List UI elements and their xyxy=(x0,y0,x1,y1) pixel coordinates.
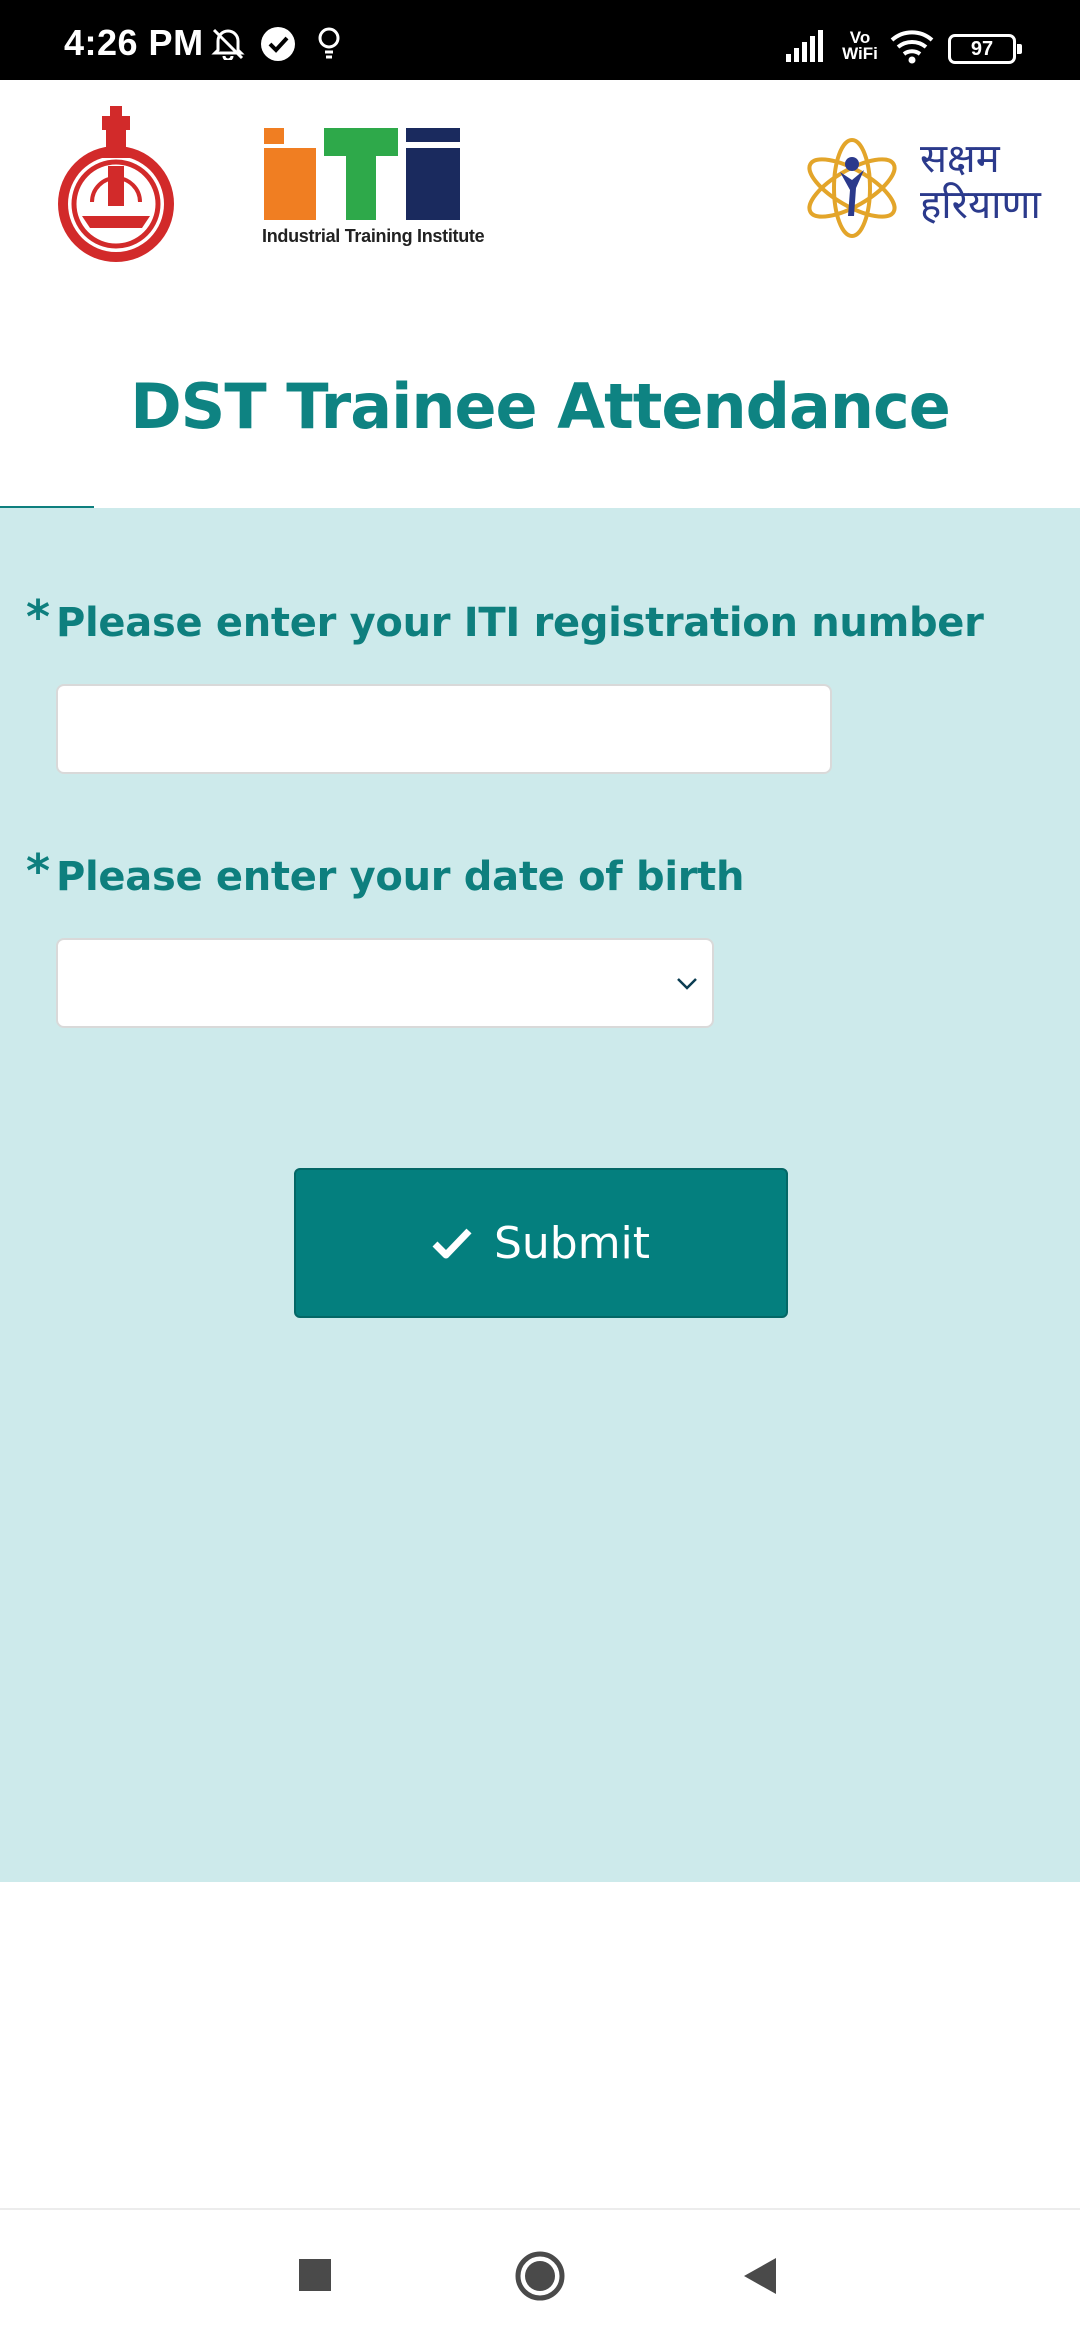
check-icon xyxy=(432,1226,472,1260)
saksham-haryana-logo: सक्षम हरियाणा xyxy=(800,130,1041,250)
chevron-down-icon xyxy=(672,968,702,1003)
check-circle-icon xyxy=(260,26,296,67)
mute-icon xyxy=(210,26,246,65)
status-time: 4:26 PM xyxy=(64,22,204,63)
submit-button[interactable]: Submit xyxy=(294,1168,788,1318)
vowifi-icon: Vo WiFi xyxy=(842,28,878,63)
page-title: DST Trainee Attendance xyxy=(130,370,951,443)
registration-label: Please enter your ITI registration numbe… xyxy=(56,600,984,646)
required-mark: * xyxy=(26,844,51,898)
signal-icon xyxy=(786,30,826,67)
attendance-form: * Please enter your ITI registration num… xyxy=(0,508,1080,1882)
navigation-bar xyxy=(0,2208,1080,2340)
submit-label: Submit xyxy=(493,1217,651,1269)
back-triangle-icon[interactable] xyxy=(742,2256,778,2301)
saksham-line1: सक्षम xyxy=(920,136,1000,182)
registration-number-input[interactable] xyxy=(56,684,832,774)
iti-caption: Industrial Training Institute xyxy=(262,226,485,246)
dob-label: Please enter your date of birth xyxy=(56,854,745,900)
header: Industrial Training Institute सक्षम हरिय… xyxy=(0,80,1080,300)
haryana-emblem-logo xyxy=(52,106,180,266)
home-circle-icon[interactable] xyxy=(514,2250,566,2307)
status-bar: 4:26 PM Vo WiFi 97 xyxy=(0,0,1080,80)
required-mark: * xyxy=(26,590,51,644)
date-of-birth-select[interactable] xyxy=(56,938,714,1028)
wifi-icon xyxy=(890,30,934,69)
battery-indicator: 97 xyxy=(948,34,1022,64)
iti-logo: Industrial Training Institute xyxy=(262,128,485,258)
saksham-line2: हरियाणा xyxy=(920,182,1041,228)
bulb-icon xyxy=(316,26,342,67)
recents-square-icon[interactable] xyxy=(298,2258,332,2297)
